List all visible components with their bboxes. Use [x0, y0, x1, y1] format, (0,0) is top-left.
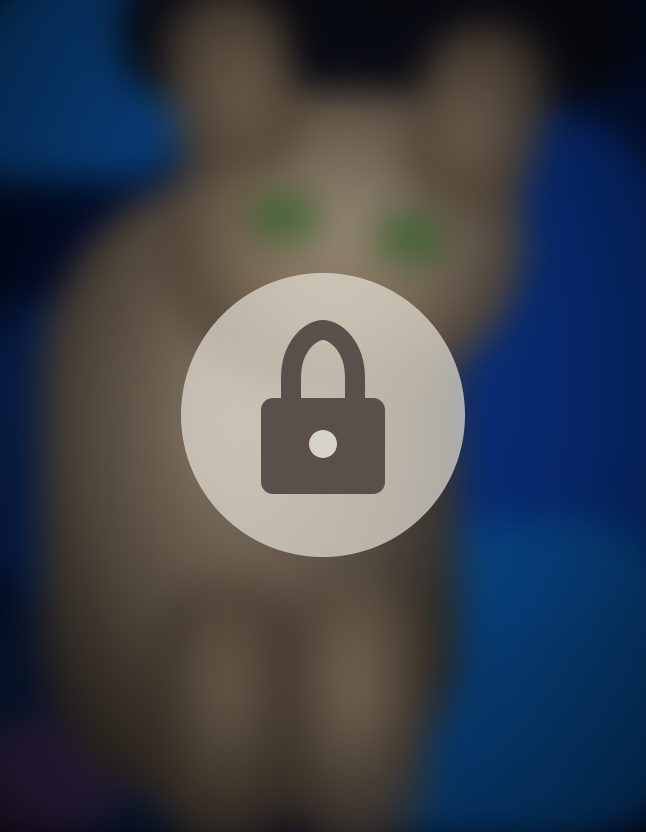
cat-eye-right — [375, 215, 445, 260]
lock-icon — [261, 320, 385, 494]
lock-overlay-button[interactable] — [181, 273, 465, 557]
cat-leg-left — [150, 580, 300, 832]
cat-eye-left — [250, 195, 320, 240]
cat-leg-right — [280, 580, 430, 832]
locked-media-view — [0, 0, 646, 832]
